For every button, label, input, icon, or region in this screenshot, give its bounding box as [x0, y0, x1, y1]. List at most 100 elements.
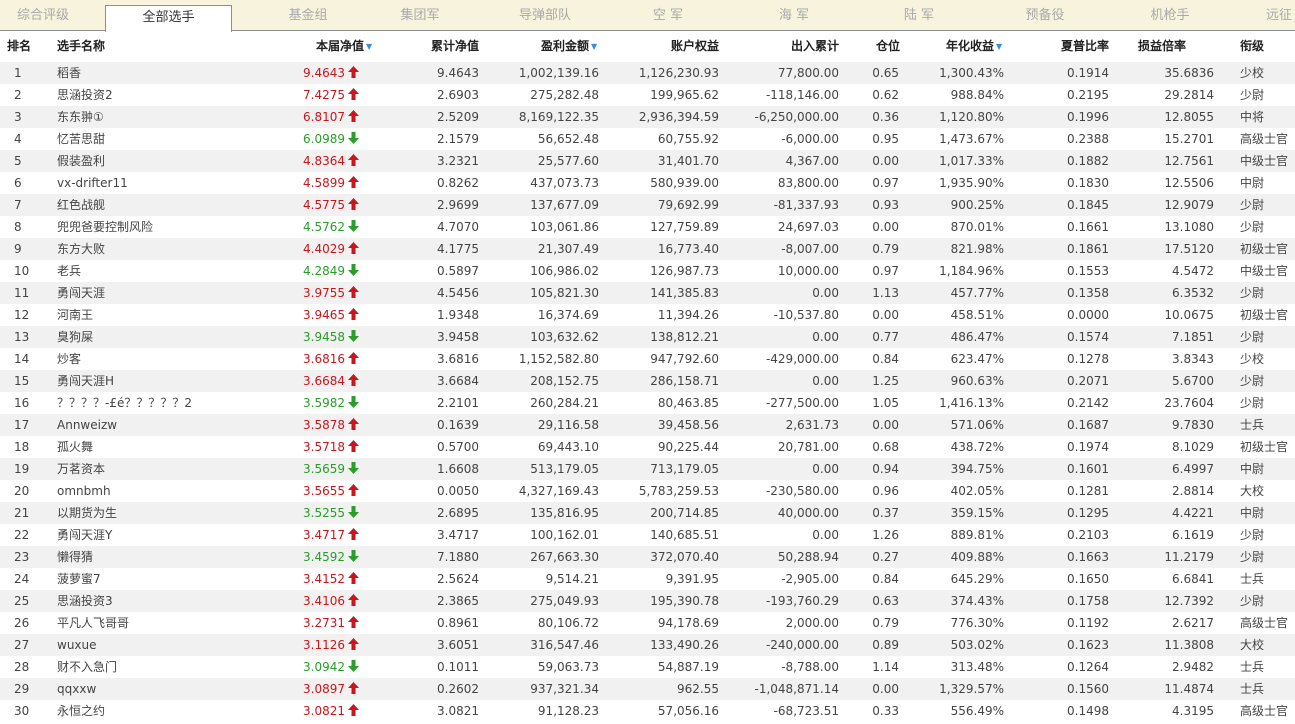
- account-equity: 199,965.62: [650, 88, 719, 102]
- player-name[interactable]: 假装盈利: [57, 150, 297, 172]
- table-row[interactable]: 7 红色战舰 4.5775 2.9699 137,677.09 79,692.99 -81,…: [0, 194, 1295, 216]
- table-row[interactable]: 15 勇闯天涯H 3.6684 3.6684 208,152.75 286,158.71 0…: [0, 370, 1295, 392]
- player-name[interactable]: 炒客: [57, 348, 297, 370]
- player-name[interactable]: 东方大败: [57, 238, 297, 260]
- table-row[interactable]: 12 河南王 3.9465 1.9348 16,374.69 11,394.26 -10,5…: [0, 304, 1295, 326]
- player-name[interactable]: 勇闯天涯Y: [57, 524, 297, 546]
- table-row[interactable]: 27 wuxue 3.1126 3.6051 316,547.46 133,490.26 -…: [0, 634, 1295, 656]
- arrow-down-icon: [345, 220, 359, 234]
- table-row[interactable]: 30 永恒之约 3.0821 3.0821 91,128.23 57,056.16 -68,…: [0, 700, 1295, 722]
- tab-reserve[interactable]: 预备役: [1005, 0, 1085, 31]
- cumulative-nav: 3.6684: [437, 374, 479, 388]
- player-name[interactable]: 以期货为生: [57, 502, 297, 524]
- profit-loss-ratio: 10.0675: [1164, 308, 1214, 322]
- tab-overall-rating[interactable]: 综合评级: [0, 0, 86, 31]
- tab-air-force[interactable]: 空 军: [632, 0, 704, 31]
- table-row[interactable]: 24 菠萝蜜7 3.4152 2.5624 9,514.21 9,391.95 -2,905…: [0, 568, 1295, 590]
- profit-amount: 260,284.21: [530, 396, 599, 410]
- player-name[interactable]: qqxxw: [57, 678, 297, 700]
- player-name[interactable]: 河南王: [57, 304, 297, 326]
- tab-army[interactable]: 陆 军: [883, 0, 955, 31]
- player-name[interactable]: wuxue: [57, 634, 297, 656]
- position-ratio: 1.26: [872, 528, 899, 542]
- player-name[interactable]: 勇闯天涯H: [57, 370, 297, 392]
- sharpe-ratio: 0.1758: [1067, 594, 1109, 608]
- account-equity: 2,936,394.59: [638, 110, 719, 124]
- player-name[interactable]: 平凡人飞哥哥: [57, 612, 297, 634]
- table-row[interactable]: 16 ？？？？-£é？？？？？2 3.5982 2.2101 260,284.21 80,…: [0, 392, 1295, 414]
- table-row[interactable]: 25 思涵投资3 3.4106 2.3865 275,049.93 195,390.78 -…: [0, 590, 1295, 612]
- table-row[interactable]: 21 以期货为生 3.5255 2.6895 135,816.95 200,714.85 4…: [0, 502, 1295, 524]
- profit-loss-ratio: 12.7561: [1164, 154, 1214, 168]
- player-name[interactable]: omnbmh: [57, 480, 297, 502]
- net-flow: -10,537.80: [773, 308, 839, 322]
- player-name[interactable]: 勇闯天涯: [57, 282, 297, 304]
- net-flow: -429,000.00: [765, 352, 839, 366]
- table-row[interactable]: 10 老兵 4.2849 0.5897 106,986.02 126,987.73 10,0…: [0, 260, 1295, 282]
- player-name[interactable]: 财不入急门: [57, 656, 297, 678]
- player-name[interactable]: 孤火舞: [57, 436, 297, 458]
- table-row[interactable]: 22 勇闯天涯Y 3.4717 3.4717 100,162.01 140,685.51 0…: [0, 524, 1295, 546]
- col-pnl-header[interactable]: 盈利金额 ▼: [541, 31, 597, 61]
- table-row[interactable]: 1 稻香 9.4643 9.4643 1,002,139.16 1,126,230.93 7…: [0, 62, 1295, 84]
- table-row[interactable]: 5 假装盈利 4.8364 3.2321 25,577.60 31,401.70 4,367…: [0, 150, 1295, 172]
- table-row[interactable]: 6 vx-drifter11 4.5899 0.8262 437,073.73 580,9…: [0, 172, 1295, 194]
- player-name[interactable]: 稻香: [57, 62, 297, 84]
- table-row[interactable]: 14 炒客 3.6816 3.6816 1,152,582.80 947,792.60 -4…: [0, 348, 1295, 370]
- col-nav-header[interactable]: 本届净值 ▼: [316, 31, 372, 61]
- table-row[interactable]: 3 东东翀① 6.8107 2.5209 8,169,122.35 2,936,394.5…: [0, 106, 1295, 128]
- table-row[interactable]: 4 忆苦思甜 6.0989 2.1579 56,652.48 60,755.92 -6,00…: [0, 128, 1295, 150]
- player-name[interactable]: 老兵: [57, 260, 297, 282]
- sharpe-ratio: 0.2071: [1067, 374, 1109, 388]
- table-row[interactable]: 8 兜兜爸要控制风险 4.5762 4.7070 103,061.86 127,759.8…: [0, 216, 1295, 238]
- net-flow: -240,000.00: [765, 638, 839, 652]
- player-name[interactable]: 红色战舰: [57, 194, 297, 216]
- tab-fund-group[interactable]: 基金组: [255, 0, 361, 31]
- table-row[interactable]: 17 Annweizw 3.5878 0.1639 29,116.58 39,458.56…: [0, 414, 1295, 436]
- tab-machine-gunner[interactable]: 机枪手: [1130, 0, 1210, 31]
- profit-loss-ratio: 15.2701: [1164, 132, 1214, 146]
- player-name[interactable]: 万茗资本: [57, 458, 297, 480]
- profit-loss-ratio: 12.8055: [1164, 110, 1214, 124]
- col-annual-header[interactable]: 年化收益 ▼: [946, 31, 1002, 61]
- tab-navy[interactable]: 海 军: [758, 0, 830, 31]
- cumulative-nav: 2.1579: [437, 132, 479, 146]
- player-name[interactable]: 懒得猜: [57, 546, 297, 568]
- tab-expedition[interactable]: 远征: [1266, 0, 1295, 31]
- player-name[interactable]: 忆苦思甜: [57, 128, 297, 150]
- table-row[interactable]: 28 财不入急门 3.0942 0.1011 59,063.73 54,887.19 -8,…: [0, 656, 1295, 678]
- player-name[interactable]: 兜兜爸要控制风险: [57, 216, 297, 238]
- table-row[interactable]: 13 臭狗屎 3.9458 3.9458 103,632.62 138,812.21 0.0…: [0, 326, 1295, 348]
- player-name[interactable]: Annweizw: [57, 414, 297, 436]
- current-nav: 3.0942: [280, 656, 359, 678]
- player-name[interactable]: 菠萝蜜7: [57, 568, 297, 590]
- table-row[interactable]: 20 omnbmh 3.5655 0.0050 4,327,169.43 5,783,25…: [0, 480, 1295, 502]
- tab-group-army[interactable]: 集团军: [380, 0, 460, 31]
- current-nav: 3.0821: [280, 700, 359, 722]
- player-name[interactable]: 臭狗屎: [57, 326, 297, 348]
- current-nav: 3.5659: [280, 458, 359, 480]
- rank-cell: 30: [14, 704, 30, 718]
- table-row[interactable]: 11 勇闯天涯 3.9755 4.5456 105,821.30 141,385.83 0.…: [0, 282, 1295, 304]
- player-name[interactable]: 思涵投资3: [57, 590, 297, 612]
- rank-title: 少尉: [1240, 528, 1265, 542]
- tab-missile-force[interactable]: 导弹部队: [500, 0, 590, 31]
- account-equity: 79,692.99: [657, 198, 719, 212]
- player-name[interactable]: ？？？？-£é？？？？？2: [57, 392, 297, 414]
- player-name[interactable]: 永恒之约: [57, 700, 297, 722]
- tab-all-players[interactable]: 全部选手: [105, 5, 232, 32]
- player-name[interactable]: 思涵投资2: [57, 84, 297, 106]
- table-row[interactable]: 9 东方大败 4.4029 4.1775 21,307.49 16,773.40 -8,00…: [0, 238, 1295, 260]
- table-row[interactable]: 2 思涵投资2 7.4275 2.6903 275,282.48 199,965.62 -1…: [0, 84, 1295, 106]
- table-row[interactable]: 26 平凡人飞哥哥 3.2731 0.8961 80,106.72 94,178.69 2,…: [0, 612, 1295, 634]
- annual-return: 438.72%: [950, 440, 1004, 454]
- table-row[interactable]: 23 懒得猜 3.4592 7.1880 267,663.30 372,070.40 50,…: [0, 546, 1295, 568]
- player-name[interactable]: 东东翀①: [57, 106, 297, 128]
- rank-title: 少尉: [1240, 330, 1265, 344]
- account-equity: 141,385.83: [650, 286, 719, 300]
- table-row[interactable]: 18 孤火舞 3.5718 0.5700 69,443.10 90,225.44 20,78…: [0, 436, 1295, 458]
- table-row[interactable]: 29 qqxxw 3.0897 0.2602 937,321.34 962.55 -1,04…: [0, 678, 1295, 700]
- net-flow: -6,000.00: [781, 132, 839, 146]
- table-row[interactable]: 19 万茗资本 3.5659 1.6608 513,179.05 713,179.05 0.…: [0, 458, 1295, 480]
- player-name[interactable]: vx-drifter11: [57, 172, 297, 194]
